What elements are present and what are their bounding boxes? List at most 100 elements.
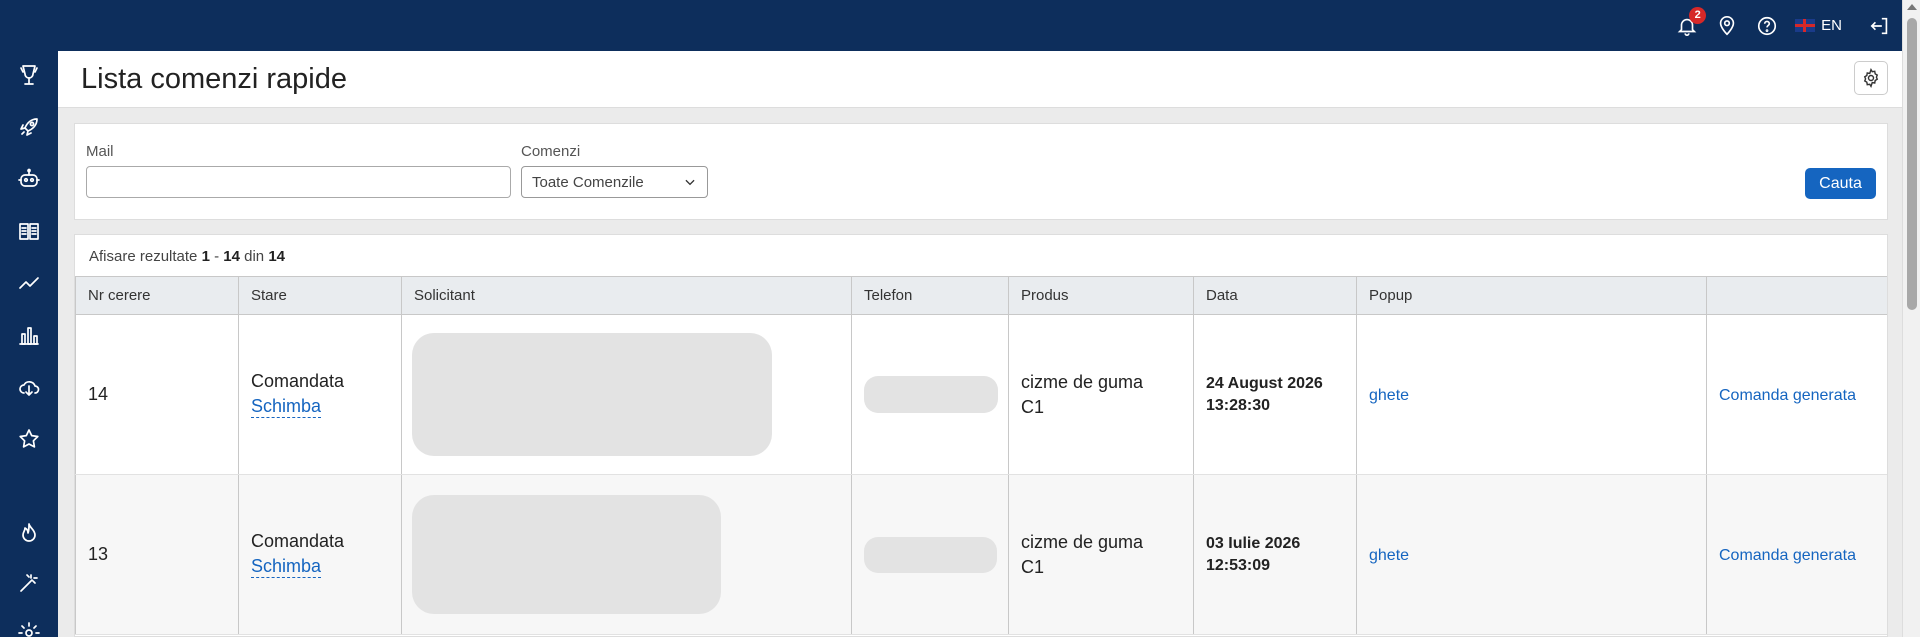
trend-line-icon: [19, 277, 39, 289]
column-header-solicitant[interactable]: Solicitant: [401, 276, 852, 315]
page-title: Lista comenzi rapide: [81, 63, 347, 95]
column-header-produs[interactable]: Produs: [1008, 276, 1194, 315]
cloud-download-icon: [19, 381, 40, 396]
page-header: Lista comenzi rapide: [58, 51, 1902, 108]
popup-link[interactable]: ghete: [1369, 387, 1409, 404]
help-circle-icon: [1758, 16, 1777, 35]
flame-icon: [22, 523, 36, 542]
sidebar-item-download[interactable]: [15, 373, 43, 401]
help-button[interactable]: [1755, 14, 1779, 38]
table-row: 14 Comandata Schimba cizme de guma C1 24…: [75, 314, 1887, 475]
redacted-phone: [864, 376, 998, 413]
orders-table: Nr cerere Stare Solicitant Telefon Produ…: [75, 276, 1887, 635]
orders-label: Comenzi: [521, 143, 581, 160]
column-header-actions: [1706, 276, 1887, 315]
sidebar-item-settings[interactable]: [15, 619, 43, 637]
range-separator: -: [214, 248, 220, 265]
chevron-down-icon: [685, 179, 695, 186]
sidebar-item-favorites[interactable]: [15, 425, 43, 453]
page-settings-button[interactable]: [1854, 61, 1888, 95]
sidebar-item-trophy[interactable]: [15, 61, 43, 89]
sidebar-item-stats[interactable]: [15, 321, 43, 349]
popup-cell: ghete: [1356, 474, 1707, 635]
summary-of-word: din: [244, 248, 265, 265]
order-time: 12:53:09: [1206, 556, 1271, 574]
request-number: 14: [75, 314, 239, 475]
date-cell: 24 August 2026 13:28:30: [1193, 314, 1357, 475]
phone-cell: [851, 474, 1009, 635]
redacted-phone: [864, 536, 997, 573]
solicitant-cell: [401, 314, 852, 475]
scroll-up-arrow[interactable]: [1907, 4, 1917, 10]
sidebar: [0, 0, 58, 637]
table-row: 13 Comandata Schimba cizme de guma C1 03…: [75, 474, 1887, 635]
rocket-icon: [20, 118, 38, 136]
redacted-solicitant: [412, 495, 721, 614]
orders-select-value: Toate Comenzile: [532, 173, 644, 191]
sidebar-item-book[interactable]: [15, 217, 43, 245]
range-end: 14: [223, 248, 240, 265]
column-header-data[interactable]: Data: [1193, 276, 1357, 315]
mail-label: Mail: [86, 143, 114, 160]
notification-count-badge: 2: [1689, 6, 1707, 24]
sidebar-item-trend[interactable]: [15, 269, 43, 297]
book-icon: [19, 223, 39, 240]
generated-order-link[interactable]: Comanda generata: [1719, 547, 1856, 564]
order-date: 24 August 2026: [1206, 374, 1323, 392]
action-cell: Comanda generata: [1706, 314, 1887, 475]
robot-icon: [18, 168, 40, 187]
state-cell: Comandata Schimba: [238, 314, 402, 475]
sidebar-item-hot[interactable]: [15, 519, 43, 547]
state-label: Comandata: [251, 371, 345, 391]
product-cell: cizme de guma C1: [1008, 474, 1194, 635]
sidebar-item-rocket[interactable]: [15, 113, 43, 141]
column-header-stare[interactable]: Stare: [238, 276, 402, 315]
change-state-link[interactable]: Schimba: [251, 396, 322, 418]
table-header-row: Nr cerere Stare Solicitant Telefon Produ…: [75, 276, 1887, 315]
column-header-nr-cerere[interactable]: Nr cerere: [75, 276, 239, 315]
star-icon: [19, 429, 39, 448]
results-summary: Afisare rezultate 1 - 14 din 14: [89, 248, 285, 265]
solicitant-cell: [401, 474, 852, 635]
product-size: C1: [1021, 556, 1045, 577]
magic-wand-icon: [20, 574, 38, 592]
orders-select[interactable]: Toate Comenzile: [521, 166, 708, 198]
uk-flag-icon: [1795, 19, 1816, 32]
gear-icon: [1863, 68, 1879, 88]
order-date: 03 Iulie 2026: [1206, 534, 1301, 552]
location-button[interactable]: [1715, 14, 1739, 38]
action-cell: Comanda generata: [1706, 474, 1887, 635]
map-pin-icon: [1719, 15, 1735, 35]
popup-link[interactable]: ghete: [1369, 547, 1409, 564]
product-name: cizme de guma: [1021, 371, 1144, 392]
popup-cell: ghete: [1356, 314, 1707, 475]
sidebar-item-tools[interactable]: [15, 569, 43, 597]
top-bar: 2 EN: [0, 0, 1920, 51]
scroll-thumb[interactable]: [1907, 18, 1917, 310]
sidebar-item-robot[interactable]: [15, 165, 43, 193]
order-time: 13:28:30: [1206, 396, 1271, 414]
state-cell: Comandata Schimba: [238, 474, 402, 635]
results-total: 14: [268, 248, 285, 265]
filter-panel: Mail Comenzi Toate Comenzile Cauta: [74, 123, 1888, 220]
logout-button[interactable]: [1868, 14, 1892, 38]
page-scrollbar[interactable]: [1902, 0, 1920, 637]
range-start: 1: [201, 248, 210, 265]
change-state-link[interactable]: Schimba: [251, 556, 322, 578]
search-button[interactable]: Cauta: [1805, 168, 1876, 199]
request-number: 13: [75, 474, 239, 635]
language-selector[interactable]: EN: [1795, 17, 1842, 34]
product-name: cizme de guma: [1021, 531, 1144, 552]
column-header-telefon[interactable]: Telefon: [851, 276, 1009, 315]
mail-input[interactable]: [86, 166, 511, 198]
phone-cell: [851, 314, 1009, 475]
product-size: C1: [1021, 396, 1045, 417]
date-cell: 03 Iulie 2026 12:53:09: [1193, 474, 1357, 635]
generated-order-link[interactable]: Comanda generata: [1719, 387, 1856, 404]
notifications-button[interactable]: 2: [1675, 6, 1707, 38]
language-code: EN: [1821, 17, 1842, 34]
column-header-popup[interactable]: Popup: [1356, 276, 1707, 315]
results-panel: Afisare rezultate 1 - 14 din 14 Nr cerer…: [74, 234, 1888, 637]
summary-prefix: Afisare rezultate: [89, 248, 198, 265]
settings-icon: [18, 622, 40, 637]
